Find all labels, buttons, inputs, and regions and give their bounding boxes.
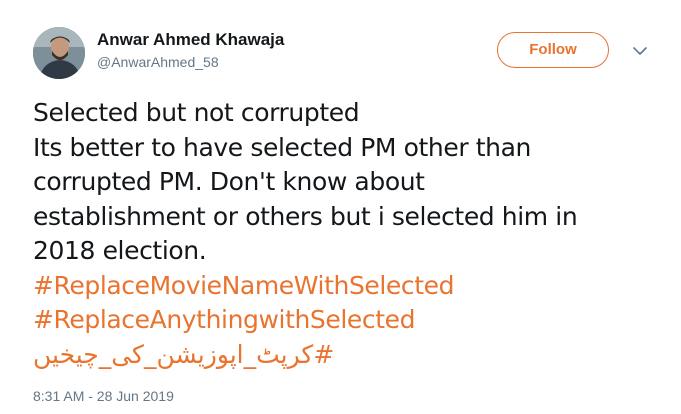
hashtag-link[interactable]: #ReplaceAnythingwithSelected [33, 305, 416, 334]
author-display-name[interactable]: Anwar Ahmed Khawaja [97, 30, 284, 50]
tweet-line: Its better to have selected PM other tha… [33, 132, 531, 162]
hashtag-link[interactable]: #ReplaceMovieNameWithSelected [33, 271, 455, 300]
user-photo-icon [33, 27, 85, 79]
avatar[interactable] [33, 27, 85, 79]
author-handle[interactable]: @AnwarAhmed_58 [97, 54, 219, 70]
chevron-down-icon[interactable] [632, 44, 648, 56]
tweet-card: Anwar Ahmed Khawaja @AnwarAhmed_58 Follo… [0, 0, 681, 414]
tweet-line: Selected but not corrupted [33, 98, 360, 127]
hashtag-link-urdu[interactable]: #کرپٹ_اپوزیشن_کی_چیخیں [33, 338, 373, 373]
tweet-text: Selected but not corrupted Its better to… [33, 96, 663, 372]
tweet-line: corrupted PM. Don't know about [33, 167, 425, 196]
tweet-line: 2018 election. [33, 236, 207, 265]
tweet-timestamp[interactable]: 8:31 AM - 28 Jun 2019 [33, 388, 174, 404]
follow-button[interactable]: Follow [497, 32, 609, 68]
tweet-line: establishment or others but i selected h… [33, 201, 578, 231]
